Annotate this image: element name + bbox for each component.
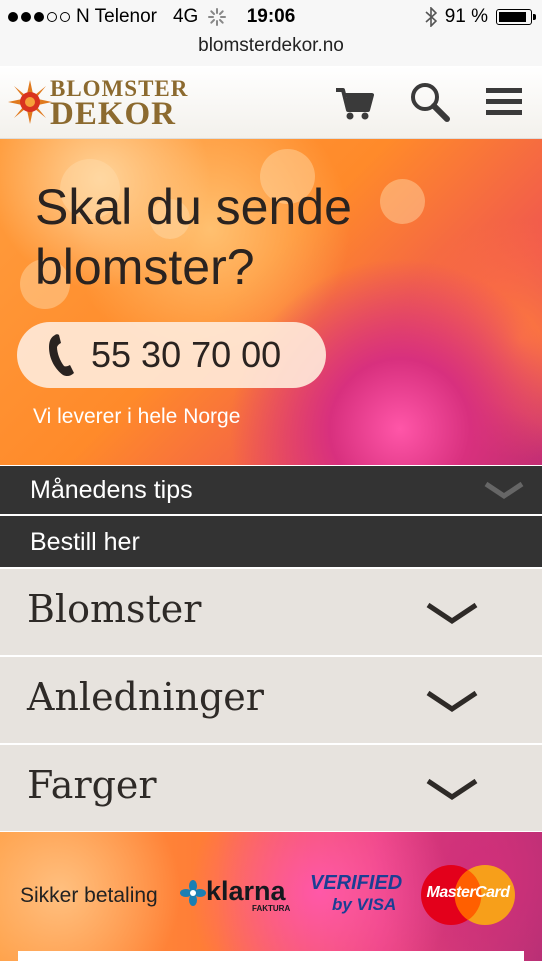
hero-banner: Skal du sende blomster? 55 30 70 00 Vi le… bbox=[0, 139, 542, 465]
klarna-logo: klarna FAKTURA bbox=[180, 876, 290, 916]
monthly-tips-bar[interactable]: Månedens tips bbox=[0, 466, 542, 514]
monthly-tips-label: Månedens tips bbox=[30, 476, 193, 504]
chevron-down-icon bbox=[426, 778, 478, 801]
accordion-label: Blomster bbox=[27, 587, 202, 631]
battery-icon bbox=[496, 9, 536, 25]
chevron-down-icon bbox=[426, 602, 478, 625]
accordion-anledninger[interactable]: Anledninger bbox=[0, 657, 542, 745]
hero-subtitle: Vi leverer i hele Norge bbox=[33, 405, 241, 428]
phone-icon bbox=[49, 334, 74, 377]
accordion-farger[interactable]: Farger bbox=[0, 745, 542, 833]
chevron-down-icon bbox=[426, 690, 478, 713]
cart-icon[interactable] bbox=[333, 80, 377, 124]
phone-number: 55 30 70 00 bbox=[91, 334, 282, 375]
order-here-bar: Bestill her bbox=[0, 516, 542, 567]
mastercard-logo: MasterCard bbox=[418, 864, 518, 926]
phone-call-button[interactable]: 55 30 70 00 bbox=[17, 322, 326, 388]
secure-payment-label: Sikker betaling bbox=[20, 884, 158, 907]
logo-text-dekor: DEKOR bbox=[50, 96, 177, 132]
accordion-label: Anledninger bbox=[27, 675, 264, 719]
search-icon[interactable] bbox=[408, 80, 452, 124]
order-here-label: Bestill her bbox=[30, 528, 140, 556]
verified-by-visa-logo: VERIFIED by VISA bbox=[310, 872, 403, 914]
bluetooth-icon bbox=[425, 7, 437, 27]
accordion-label: Farger bbox=[27, 763, 157, 807]
address-bar[interactable]: blomsterdekor.no bbox=[0, 34, 542, 67]
sun-flower-logo-icon bbox=[8, 80, 52, 124]
site-logo[interactable]: BLOMSTER DEKOR bbox=[8, 72, 188, 132]
payment-footer: Sikker betaling klarna FAKTURA VERIFIED … bbox=[0, 832, 542, 961]
chevron-down-icon bbox=[484, 481, 524, 500]
status-bar: N Telenor 4G 19:06 91 % bbox=[0, 0, 542, 34]
battery-percentage: 91 % bbox=[444, 6, 488, 27]
hero-title: Skal du sende blomster? bbox=[35, 179, 352, 295]
site-header: BLOMSTER DEKOR bbox=[0, 66, 542, 139]
footer-panel-edge bbox=[18, 951, 524, 961]
menu-icon[interactable] bbox=[482, 80, 526, 124]
klarna-flower-icon bbox=[180, 880, 206, 906]
accordion-blomster[interactable]: Blomster bbox=[0, 569, 542, 657]
url-text: blomsterdekor.no bbox=[198, 35, 344, 56]
